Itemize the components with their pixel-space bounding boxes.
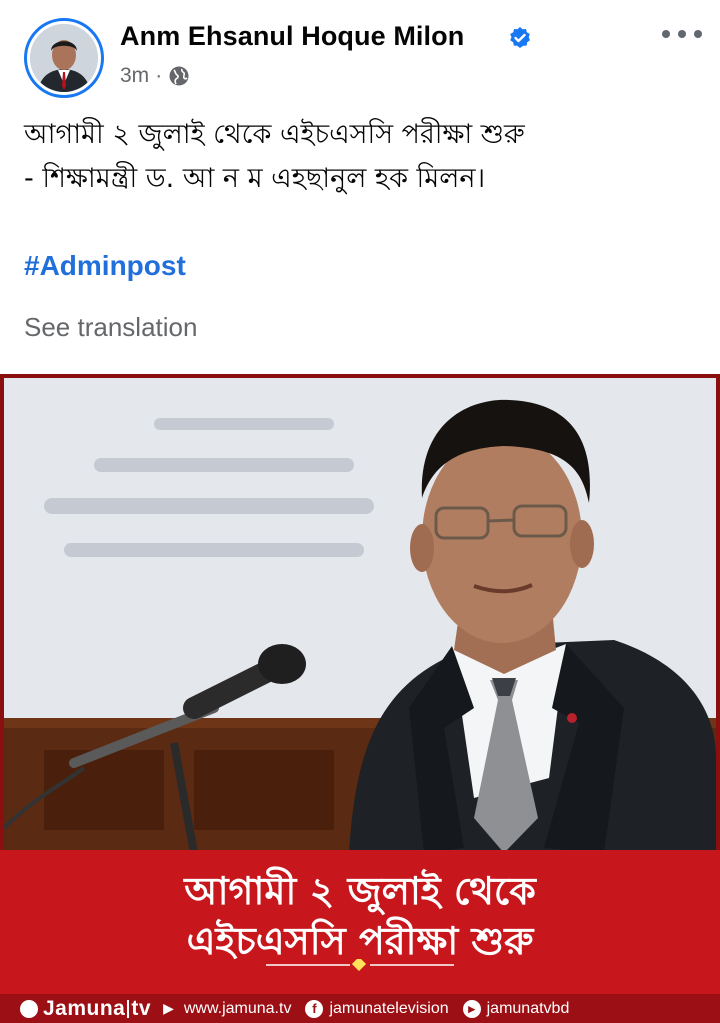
post-photo[interactable]: আগামী ২ জুলাই থেকে এইচএসসি পরীক্ষা শুরু …	[0, 374, 720, 1023]
facebook-text: jamunatelevision	[329, 999, 449, 1017]
post-text-line1: আগামী ২ জুলাই থেকে এইচএসসি পরীক্ষা শুরু	[24, 119, 525, 150]
author-name[interactable]: Anm Ehsanul Hoque Milon	[120, 21, 464, 52]
facebook-label: f jamunatelevision	[305, 999, 449, 1018]
brand-left: Jamuna	[43, 996, 126, 1020]
play-arrow-icon: ▶	[163, 1000, 174, 1016]
avatar-image	[30, 24, 98, 92]
more-dot	[694, 30, 702, 38]
youtube-label: ▸ jamunatvbd	[462, 999, 570, 1018]
verified-badge-icon	[510, 27, 530, 48]
banner-divider	[266, 959, 454, 971]
brand-right: tv	[131, 996, 152, 1020]
website-label: www.jamuna.tv	[184, 1000, 292, 1018]
website-text: www.jamuna.tv	[183, 999, 292, 1017]
author-avatar[interactable]	[24, 18, 104, 98]
meta-separator: ·	[155, 64, 163, 87]
jamuna-tv-logo: Jamuna tv	[20, 997, 151, 1021]
facebook-icon: f	[305, 999, 324, 1018]
see-translation-link[interactable]: See translation	[24, 312, 197, 343]
more-dot	[662, 30, 670, 38]
globe-logo-icon	[20, 999, 38, 1018]
more-options-icon[interactable]	[662, 22, 702, 46]
channel-footer: Jamuna tv ▶ www.jamuna.tv f jamunatelevi…	[0, 994, 720, 1023]
hashtag-link[interactable]: #Adminpost	[24, 250, 186, 282]
photo-scene	[4, 378, 716, 853]
youtube-text: jamunatvbd	[486, 999, 570, 1017]
post-header: Anm Ehsanul Hoque Milon 3m ·	[0, 0, 720, 100]
post-text-line2: - শিক্ষামন্ত্রী ড. আ ন ম এহছানুল হক মিলন…	[24, 163, 486, 194]
more-dot	[678, 30, 686, 38]
headline-banner: আগামী ২ জুলাই থেকে এইচএসসি পরীক্ষা শুরু	[0, 850, 720, 994]
post-meta: 3m ·	[120, 64, 190, 88]
post-text: আগামী ২ জুলাই থেকে এইচএসসি পরীক্ষা শুরু …	[24, 113, 704, 201]
youtube-icon: ▸	[462, 999, 481, 1018]
post-time[interactable]: 3m	[120, 64, 149, 88]
brand-separator	[127, 999, 130, 1018]
globe-icon[interactable]	[168, 65, 190, 87]
